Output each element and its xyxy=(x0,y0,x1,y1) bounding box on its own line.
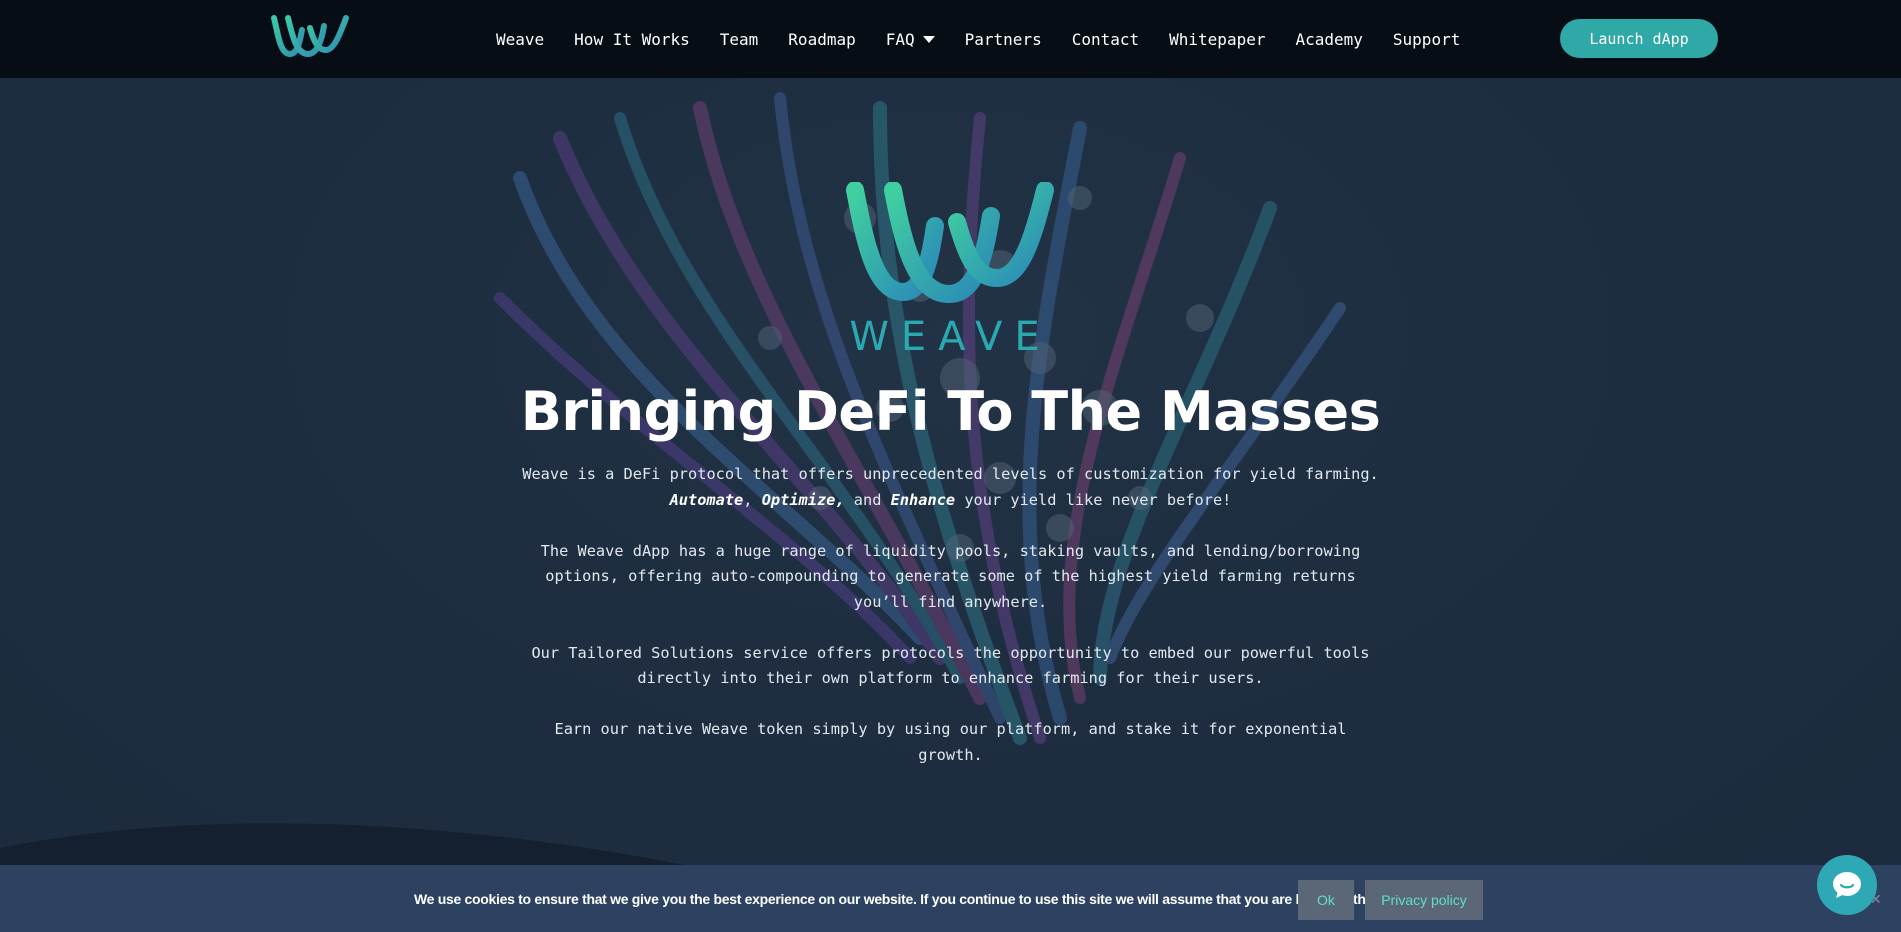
nav-item-team[interactable]: Team xyxy=(720,30,759,49)
intro-tail-text: your yield like never before! xyxy=(955,490,1232,509)
nav-item-roadmap[interactable]: Roadmap xyxy=(788,30,855,49)
separator-text: , xyxy=(743,490,762,509)
hero-paragraph-intro: Weave is a DeFi protocol that offers unp… xyxy=(520,462,1381,513)
cookie-ok-button[interactable]: Ok xyxy=(1298,880,1354,920)
nav-item-support[interactable]: Support xyxy=(1393,30,1460,49)
weave-logo-icon xyxy=(846,182,1054,304)
chat-icon xyxy=(1833,872,1861,898)
intro-text: Weave is a DeFi protocol that offers unp… xyxy=(522,465,1379,483)
hero-paragraph-dapp: The Weave dApp has a huge range of liqui… xyxy=(540,541,1361,611)
nav-item-partners[interactable]: Partners xyxy=(965,30,1042,49)
nav-item-weave[interactable]: Weave xyxy=(496,30,544,49)
hero-title: Bringing DeFi To The Masses xyxy=(520,380,1381,443)
optimize-text: Optimize, xyxy=(761,490,845,509)
privacy-policy-button[interactable]: Privacy policy xyxy=(1365,880,1483,920)
nav-item-whitepaper[interactable]: Whitepaper xyxy=(1169,30,1265,49)
separator-text: and xyxy=(844,490,891,509)
enhance-text: Enhance xyxy=(890,490,956,509)
cookie-consent-bar: We use cookies to ensure that we give yo… xyxy=(0,865,1901,932)
nav-item-faq-label: FAQ xyxy=(885,29,915,49)
chevron-down-icon xyxy=(922,35,935,43)
nav-item-contact[interactable]: Contact xyxy=(1072,30,1139,49)
nav-item-faq[interactable]: FAQ xyxy=(886,30,935,49)
hero-paragraph-token: Earn our native Weave token simply by us… xyxy=(554,720,1347,764)
hero-paragraph-solutions: Our Tailored Solutions service offers pr… xyxy=(531,643,1370,688)
nav-item-how-it-works[interactable]: How It Works xyxy=(574,30,690,49)
hero-description: Weave is a DeFi protocol that offers unp… xyxy=(520,462,1381,794)
weave-wordmark: WEAVE xyxy=(849,314,1052,360)
nav-item-academy[interactable]: Academy xyxy=(1295,30,1362,49)
launch-dapp-button[interactable]: Launch dApp xyxy=(1560,19,1718,58)
automate-text: Automate xyxy=(669,490,744,509)
weave-logo-icon[interactable] xyxy=(270,14,350,60)
cookie-message: We use cookies to ensure that we give yo… xyxy=(414,891,1381,907)
top-navigation: Weave How It Works Team Roadmap FAQ Part… xyxy=(0,0,1901,78)
chat-button[interactable] xyxy=(1817,855,1877,915)
hero-section: WEAVE Bringing DeFi To The Masses Weave … xyxy=(0,78,1901,932)
nav-menu: Weave How It Works Team Roadmap FAQ Part… xyxy=(496,0,1490,78)
